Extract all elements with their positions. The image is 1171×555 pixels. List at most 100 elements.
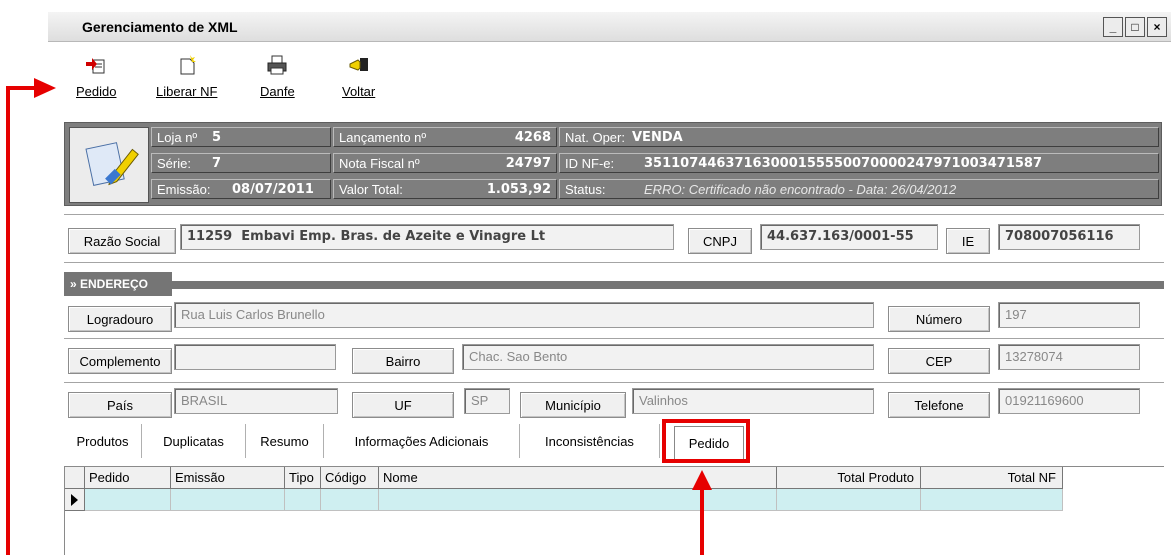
table-row[interactable] [321,489,379,511]
serie-cell: Série: 7 [151,153,331,173]
nota-fiscal-label: Nota Fiscal nº [339,156,420,171]
numero-button[interactable]: Número [888,306,990,332]
table-row[interactable] [777,489,921,511]
xml-management-window: Gerenciamento de XML _ □ × Pedido Libera… [48,0,1171,555]
serie-label: Série: [157,156,191,171]
close-button[interactable]: × [1147,17,1167,37]
municipio-button[interactable]: Município [520,392,626,418]
status-value: ERRO: Certificado não encontrado - Data:… [644,182,957,197]
column-header-emissao[interactable]: Emissão [171,467,285,489]
razao-social-field[interactable]: 11259 Embavi Emp. Bras. de Azeite e Vina… [180,224,674,250]
column-header-total-produto[interactable]: Total Produto [777,467,921,489]
cep-button[interactable]: CEP [888,348,990,374]
divider [64,382,1164,383]
annotation-left-arrow-shaft [6,86,36,90]
tab-duplicatas[interactable]: Duplicatas [142,424,246,458]
tab-informacoes-adicionais[interactable]: Informações Adicionais [324,424,520,458]
title-bar[interactable]: Gerenciamento de XML _ □ × [48,12,1171,42]
minimize-button[interactable]: _ [1103,17,1123,37]
pedido-button[interactable]: Pedido [76,54,116,99]
emissao-value: 08/07/2011 [232,182,314,197]
municipio-field[interactable]: Valinhos [632,388,874,414]
pais-field[interactable]: BRASIL [174,388,338,414]
loja-value: 5 [212,130,222,145]
cnpj-button[interactable]: CNPJ [688,228,752,254]
telefone-field[interactable]: 01921169600 [998,388,1140,414]
lancamento-label: Lançamento nº [339,130,427,145]
loja-cell: Loja nº 5 [151,127,331,147]
annotation-arrowhead-up-icon [692,470,712,490]
nat-oper-label: Nat. Oper: [565,130,625,145]
logradouro-field[interactable]: Rua Luis Carlos Brunello [174,302,874,328]
valor-total-value: 1.053,92 [486,182,551,197]
telefone-button[interactable]: Telefone [888,392,990,418]
id-nfe-cell: ID NF-e: 3511074463716300015555007000024… [559,153,1159,173]
tab-resumo[interactable]: Resumo [246,424,324,458]
annotation-arrowhead-right-icon [34,78,56,98]
fornecedor-codigo: 11259 [187,229,233,244]
pais-button[interactable]: País [68,392,172,418]
loja-label: Loja nº [157,130,198,145]
emissao-label: Emissão: [157,182,211,197]
id-nfe-label: ID NF-e: [565,156,615,171]
maximize-button[interactable]: □ [1125,17,1145,37]
section-rule [172,281,1164,289]
logradouro-button[interactable]: Logradouro [68,306,172,332]
cep-field[interactable]: 13278074 [998,344,1140,370]
uf-field[interactable]: SP [464,388,510,414]
table-row[interactable] [85,489,171,511]
razao-social-value: Embavi Emp. Bras. de Azeite e Vinagre Lt [241,229,546,244]
divider [64,262,1164,263]
printer-icon [267,55,287,75]
uf-button[interactable]: UF [352,392,454,418]
voltar-label: Voltar [342,84,376,99]
nota-fiscal-value: 24797 [505,156,551,171]
annotation-left-line [6,86,10,555]
danfe-label: Danfe [260,84,295,99]
cnpj-field[interactable]: 44.637.163/0001-55 [760,224,938,250]
endereco-section-header: » ENDEREÇO [64,272,1164,296]
bairro-button[interactable]: Bairro [352,348,454,374]
table-row[interactable] [285,489,321,511]
column-header-total-nf[interactable]: Total NF [921,467,1063,489]
complemento-button[interactable]: Complemento [68,348,172,374]
column-header-nome[interactable]: Nome [379,467,777,489]
status-cell: Status: ERRO: Certificado não encontrado… [559,179,1159,199]
lancamento-value: 4268 [514,130,551,145]
bairro-field[interactable]: Chac. Sao Bento [462,344,874,370]
column-header-pedido[interactable]: Pedido [85,467,171,489]
divider [64,214,1164,215]
annotation-bottom-arrow-shaft [700,488,704,555]
nota-fiscal-cell: Nota Fiscal nº 24797 [333,153,557,173]
razao-social-button[interactable]: Razão Social [68,228,176,254]
lancamento-cell: Lançamento nº 4268 [333,127,557,147]
tab-inconsistencias[interactable]: Inconsistências [520,424,660,458]
numero-field[interactable]: 197 [998,302,1140,328]
exit-hand-icon [349,58,368,71]
ie-button[interactable]: IE [946,228,990,254]
danfe-button[interactable]: Danfe [260,54,295,99]
endereco-title: » ENDEREÇO [64,272,172,296]
nat-oper-value: VENDA [632,130,683,145]
table-row[interactable] [171,489,285,511]
document-arrow-icon [86,58,105,74]
emissao-cell: Emissão: 08/07/2011 [151,179,331,199]
pedido-grid[interactable]: Pedido Emissão Tipo Código Nome Total Pr… [64,466,1164,555]
valor-total-label: Valor Total: [339,182,403,197]
window-title: Gerenciamento de XML [82,19,238,35]
window-controls: _ □ × [1103,17,1167,37]
column-header-tipo[interactable]: Tipo [285,467,321,489]
invoice-info-panel: Loja nº 5 Série: 7 Emissão: 08/07/2011 L… [64,122,1162,206]
table-row[interactable] [379,489,777,511]
id-nfe-value: 3511074463716300015555007000024797100347… [644,156,1042,171]
column-header-codigo[interactable]: Código [321,467,379,489]
valor-total-cell: Valor Total: 1.053,92 [333,179,557,199]
pedido-label: Pedido [76,84,117,99]
table-row[interactable] [921,489,1063,511]
ie-field[interactable]: 708007056116 [998,224,1140,250]
liberar-nf-button[interactable]: Liberar NF [156,54,217,99]
tab-produtos[interactable]: Produtos [64,424,142,458]
voltar-button[interactable]: Voltar [342,54,375,99]
complemento-field[interactable] [174,344,336,370]
liberar-nf-label: Liberar NF [156,84,218,99]
